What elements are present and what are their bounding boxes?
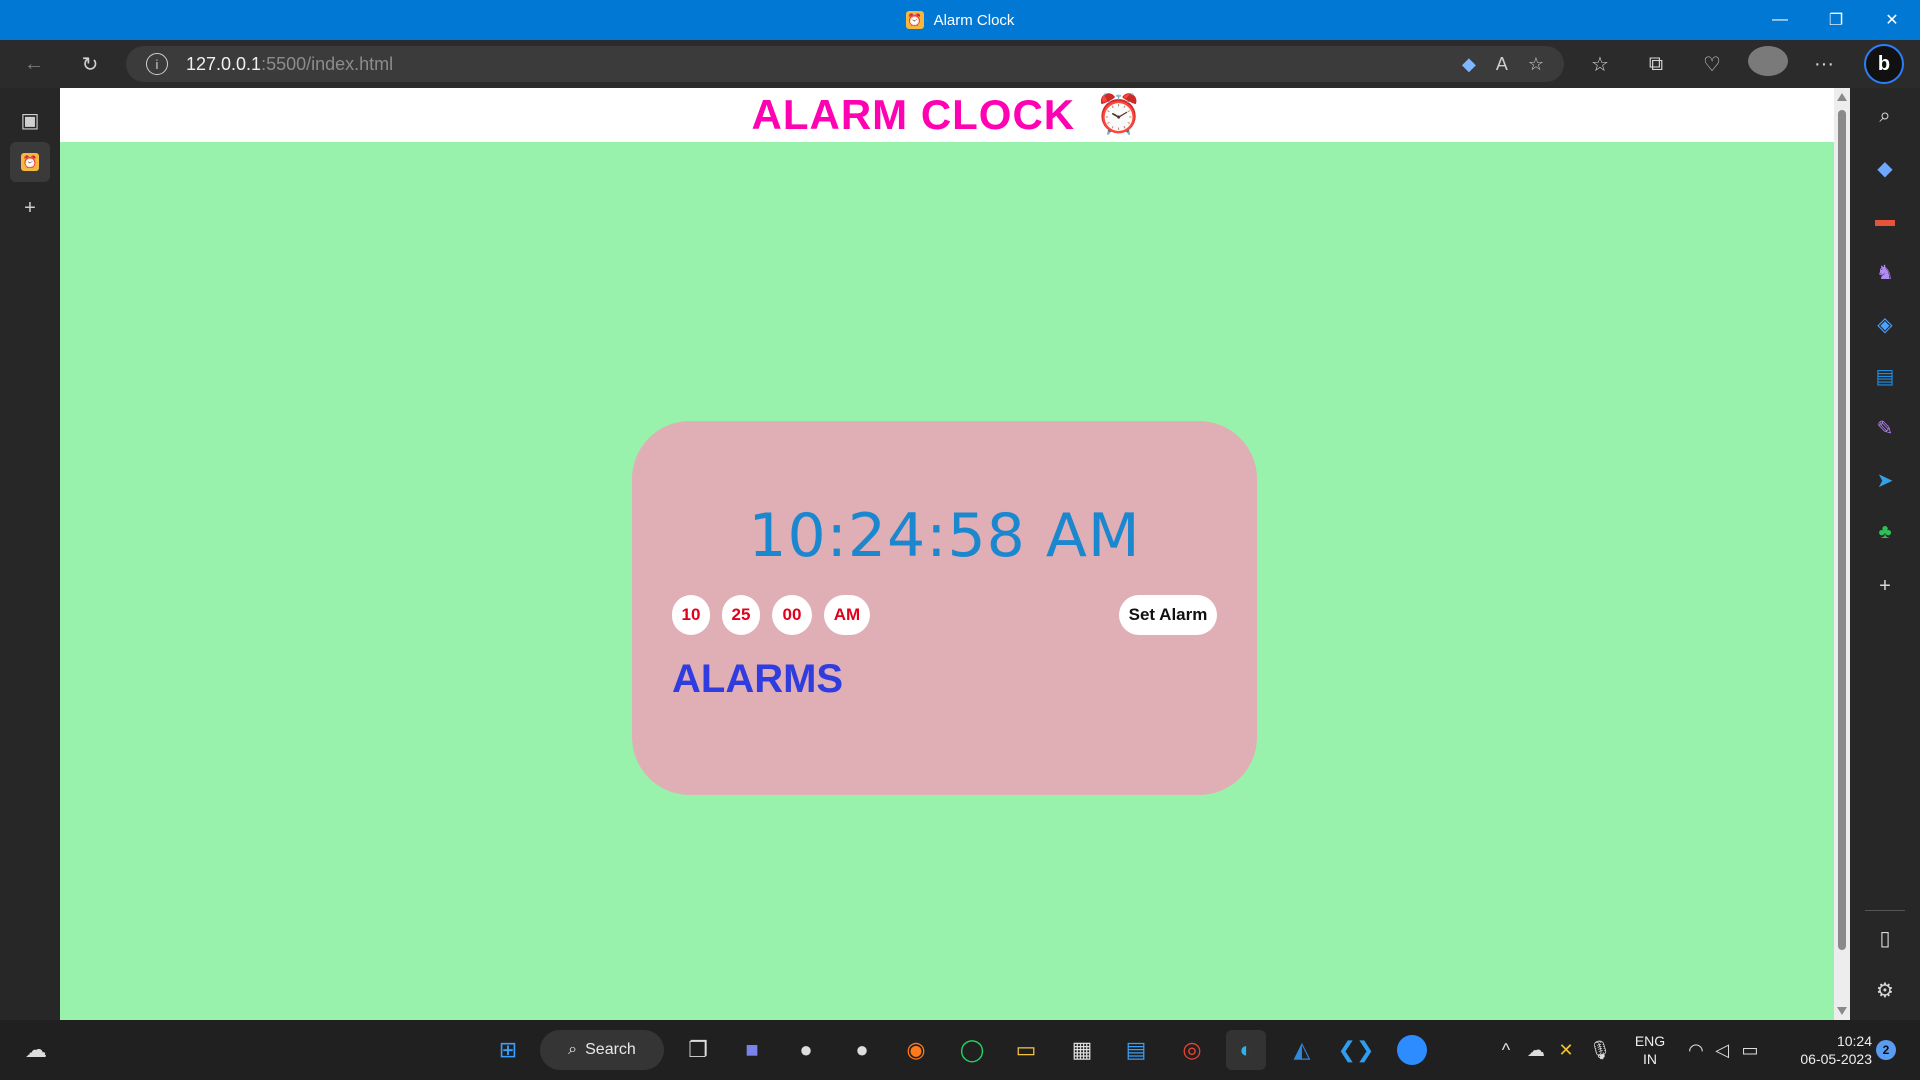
ampm-select[interactable]: AM [824, 595, 870, 635]
hour-input[interactable]: 10 [672, 595, 710, 635]
alarm-card: 10:24:58 AM 10 25 00 AM Set Alarm ALARMS [632, 421, 1257, 795]
copilot-icon[interactable]: ◈ [1865, 304, 1905, 344]
github-icon[interactable]: ● [786, 1030, 826, 1070]
url-host: 127.0.0.1 [186, 53, 262, 74]
current-time-display: 10:24:58 AM [748, 501, 1141, 571]
task-view-icon[interactable]: ❐ [678, 1030, 718, 1070]
browser-tools: ☆ ⧉ ♡ ··· [1580, 40, 1844, 88]
whatsapp-icon[interactable]: ◯ [952, 1030, 992, 1070]
start-icon[interactable]: ⊞ [488, 1030, 528, 1070]
hide-sidebar-icon[interactable]: ▯ [1865, 918, 1905, 958]
battery-icon[interactable]: ▭ [1730, 1030, 1770, 1070]
tab-actions-icon[interactable]: ▣ [10, 100, 50, 140]
alarms-heading: ALARMS [672, 657, 844, 701]
window-title: Alarm Clock [933, 11, 1015, 29]
health-icon[interactable]: ♡ [1692, 52, 1732, 77]
scrollbar-thumb[interactable] [1838, 110, 1846, 950]
close-button[interactable]: ✕ [1864, 0, 1920, 40]
collections-icon[interactable]: ⧉ [1636, 53, 1676, 76]
system-clock[interactable]: 10:24 06-05-2023 [1774, 1032, 1872, 1068]
outlook-icon[interactable]: ▤ [1865, 356, 1905, 396]
microphone-icon[interactable]: 🎙 [1580, 1030, 1620, 1070]
alarm-favicon-icon: ⏰ [905, 11, 924, 29]
url-path: :5500/index.html [261, 53, 394, 74]
tag-icon[interactable]: ◆ [1462, 54, 1476, 75]
language-indicator[interactable]: ENG IN [1628, 1032, 1672, 1068]
sidebar-divider [1865, 910, 1905, 911]
add-favorite-icon[interactable]: ☆ [1528, 54, 1544, 75]
language-region: IN [1643, 1051, 1657, 1067]
address-bar[interactable]: i 127.0.0.1:5500/index.html ◆ A ☆ [126, 46, 1564, 82]
add-sidebar-app-icon[interactable]: + [1865, 566, 1905, 606]
paint-icon[interactable]: ◭ [1282, 1030, 1322, 1070]
page-header: ALARM CLOCK ⏰ [60, 88, 1834, 142]
url-text[interactable]: 127.0.0.1:5500/index.html [186, 54, 393, 75]
vscode-icon[interactable]: ❮❯ [1336, 1030, 1376, 1070]
search-glass-icon: ⌕ [568, 1041, 578, 1058]
alarm-tab-favicon-icon: ⏰ [21, 153, 39, 171]
edge-sidebar: ⌕ ◆ ▬ ♞ ◈ ▤ ✎ ➤ ♣ + ▯ ⚙ [1850, 88, 1920, 1020]
taskbar-search-label: Search [585, 1041, 636, 1058]
tools-icon[interactable]: ▬ [1865, 200, 1905, 240]
github-desktop-icon[interactable]: ● [842, 1030, 882, 1070]
new-tab-icon[interactable]: + [10, 188, 50, 228]
tree-icon[interactable]: ♣ [1865, 512, 1905, 552]
clock-time: 10:24 [1836, 1033, 1872, 1049]
second-input[interactable]: 00 [772, 595, 812, 635]
teams-icon[interactable]: ■ [732, 1030, 772, 1070]
scroll-down-icon[interactable] [1837, 1007, 1847, 1015]
more-icon[interactable]: ··· [1804, 53, 1844, 76]
page-title: ALARM CLOCK [751, 91, 1076, 138]
bing-icon[interactable]: b [1864, 44, 1904, 84]
favorites-icon[interactable]: ☆ [1580, 52, 1620, 77]
settings-gear-icon[interactable]: ⚙ [1865, 970, 1905, 1010]
window-controls: — ❐ ✕ [1752, 0, 1920, 40]
file-explorer-icon[interactable]: ▭ [1006, 1030, 1046, 1070]
edge-icon[interactable]: ◐ [1226, 1030, 1266, 1070]
clock-date: 06-05-2023 [1800, 1051, 1872, 1067]
window-title-group: ⏰ Alarm Clock [0, 0, 1920, 40]
scroll-up-icon[interactable] [1837, 93, 1847, 101]
info-icon[interactable]: i [146, 53, 168, 75]
windows-taskbar: ☁ ⊞ ⌕ Search ❐ ■ ● ● ◉ ◯ ▭ ▦ ▤ ◎ ◐ ◭ ❮❯ … [0, 1020, 1920, 1080]
games-icon[interactable]: ♞ [1865, 252, 1905, 292]
read-aloud-icon[interactable]: A [1496, 54, 1508, 75]
set-alarm-button[interactable]: Set Alarm [1119, 595, 1217, 635]
address-bar-icons: ◆ A ☆ [1462, 46, 1544, 82]
window-title-bar: ⏰ Alarm Clock — ❐ ✕ [0, 0, 1920, 40]
language-code: ENG [1634, 1033, 1666, 1049]
page-viewport: ALARM CLOCK ⏰ 10:24:58 AM 10 25 00 AM Se… [60, 88, 1834, 1020]
zoom-icon[interactable] [1392, 1030, 1432, 1070]
designer-icon[interactable]: ✎ [1865, 408, 1905, 448]
taskbar-search[interactable]: ⌕ Search [540, 1030, 664, 1070]
photos-icon[interactable]: ▦ [1062, 1030, 1102, 1070]
reload-icon[interactable]: ↻ [70, 44, 110, 84]
notification-badge[interactable]: 2 [1876, 1040, 1896, 1060]
chrome-icon[interactable]: ◎ [1172, 1030, 1212, 1070]
vertical-tabs-panel: ▣ ⏰ + [0, 88, 60, 1020]
browser-toolbar: ← ↻ i 127.0.0.1:5500/index.html ◆ A ☆ ☆ … [0, 40, 1920, 88]
firefox-icon[interactable]: ◉ [896, 1030, 936, 1070]
send-icon[interactable]: ➤ [1865, 460, 1905, 500]
page-scrollbar[interactable] [1834, 88, 1850, 1020]
shopping-icon[interactable]: ◆ [1865, 148, 1905, 188]
restore-button[interactable]: ❐ [1808, 0, 1864, 40]
search-icon[interactable]: ⌕ [1865, 96, 1905, 136]
weather-icon[interactable]: ☁ [16, 1030, 56, 1070]
notepad-icon[interactable]: ▤ [1116, 1030, 1156, 1070]
alarm-clock-icon: ⏰ [1095, 94, 1143, 136]
minimize-button[interactable]: — [1752, 0, 1808, 40]
back-icon[interactable]: ← [14, 44, 54, 84]
minute-input[interactable]: 25 [722, 595, 760, 635]
tab-alarm-clock[interactable]: ⏰ [10, 142, 50, 182]
profile-avatar[interactable] [1748, 46, 1788, 82]
